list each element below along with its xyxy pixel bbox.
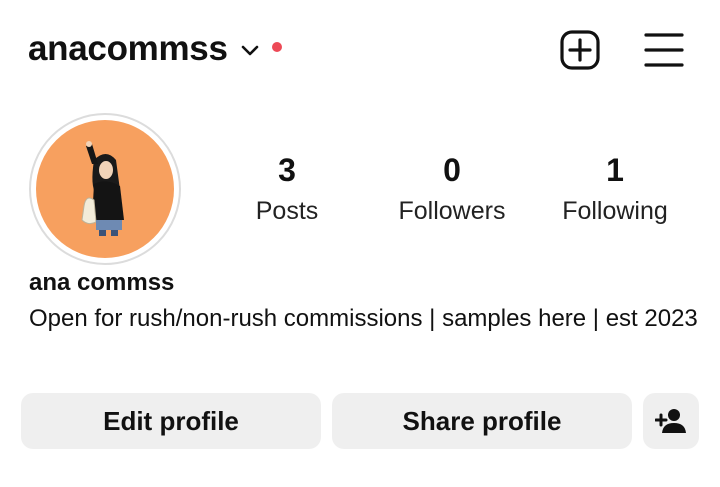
profile-header: anacommss [0, 0, 720, 100]
avatar[interactable] [29, 113, 181, 265]
notification-dot [271, 42, 282, 52]
stat-followers[interactable]: 0 Followers [372, 150, 532, 228]
account-switcher[interactable]: anacommss [28, 26, 282, 72]
followers-count: 0 [443, 152, 461, 188]
avatar-illustration [81, 141, 124, 236]
new-post-button[interactable] [558, 28, 602, 72]
hamburger-menu-icon [644, 33, 684, 67]
username: anacommss [28, 29, 228, 68]
discover-people-button[interactable] [643, 393, 699, 449]
following-label: Following [562, 197, 668, 225]
display-name: ana commss [29, 269, 175, 296]
bio-text: Open for rush/non-rush commissions | sam… [29, 305, 698, 332]
stat-posts[interactable]: 3 Posts [207, 150, 367, 228]
posts-label: Posts [255, 197, 319, 225]
menu-button[interactable] [642, 28, 686, 72]
avatar-image [36, 120, 174, 258]
edit-profile-button[interactable]: Edit profile [21, 393, 321, 449]
followers-label: Followers [398, 197, 506, 225]
stat-following[interactable]: 1 Following [535, 150, 695, 228]
share-profile-button[interactable]: Share profile [332, 393, 632, 449]
chevron-down-icon [241, 45, 258, 56]
following-count: 1 [606, 152, 624, 188]
plus-square-icon [560, 30, 600, 70]
posts-count: 3 [278, 152, 296, 188]
add-person-icon [655, 409, 686, 433]
